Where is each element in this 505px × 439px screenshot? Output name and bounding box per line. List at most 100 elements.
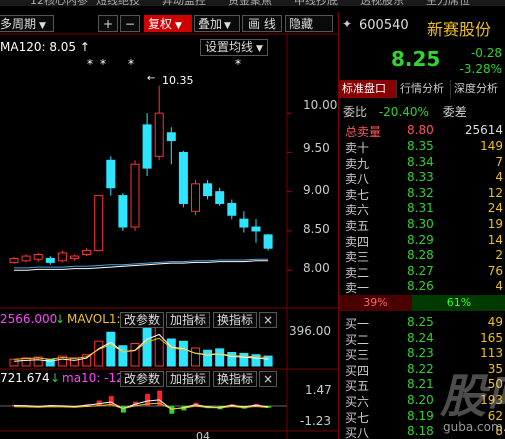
bid-label: 买一	[345, 317, 370, 331]
ask-row[interactable]: 卖五 8.30 19	[339, 217, 505, 233]
macd-bar	[120, 406, 126, 413]
candle-body	[118, 195, 128, 228]
swap-indicator-button[interactable]: 换指标	[213, 312, 258, 328]
last-price: 8.25	[391, 47, 441, 71]
marker-star: *	[128, 57, 134, 71]
y-tick: 10.00	[303, 98, 338, 112]
ask-row[interactable]: 卖一 8.26 4	[339, 279, 505, 295]
candle-body	[166, 132, 176, 142]
volume-bar	[106, 331, 116, 367]
bid-label: 买二	[345, 332, 370, 347]
candle-body	[82, 250, 92, 256]
ask-label: 卖九	[345, 156, 370, 171]
ask-label: 卖六	[345, 203, 370, 218]
ask-row[interactable]: 卖四 8.29 14	[339, 233, 505, 249]
ask-label: 卖七	[345, 187, 370, 202]
high-arrow-icon: ←	[147, 73, 156, 84]
ask-row[interactable]: 卖二 8.27 76	[339, 264, 505, 280]
volume-bar	[227, 352, 237, 367]
macd-indicator-bar: 721.674 ↓ ma10: -12 改参数 加指标 换指标 ×	[0, 371, 290, 387]
volume-bar	[142, 327, 152, 367]
marker-star: *	[100, 57, 106, 71]
add-indicator-button[interactable]: 加指标	[166, 312, 211, 328]
candle-body	[21, 255, 31, 262]
vol-value: 2566.000	[0, 312, 58, 326]
tab-standard-quote[interactable]: 标准盘口	[339, 80, 397, 98]
ask-row[interactable]: 卖八 8.33 4	[339, 170, 505, 186]
add-indicator-button[interactable]: 加指标	[166, 371, 211, 387]
price-change: -0.28	[470, 46, 502, 60]
ask-label: 卖八	[345, 172, 370, 187]
volume-bar	[215, 348, 225, 367]
bid-label: 买七	[345, 410, 370, 425]
ask-volume: 2	[495, 248, 503, 263]
bid-label: 买六	[345, 395, 370, 409]
ask-price: 8.32	[407, 185, 434, 200]
ask-price: 8.30	[407, 217, 434, 231]
y-tick: 9.50	[303, 141, 330, 155]
tab-market-analysis[interactable]: 行情分析	[397, 80, 451, 98]
edit-params-button[interactable]: 改参数	[120, 371, 165, 387]
candle-body	[154, 112, 164, 157]
vol-arrow: ↓	[55, 312, 66, 326]
ask-row[interactable]: 卖十 8.35 149	[339, 139, 505, 155]
volume-bar	[178, 340, 188, 367]
bid-label: 买八	[345, 426, 370, 439]
macd-arrow: ↓	[50, 371, 61, 385]
bid-price: 8.20	[407, 393, 434, 407]
ask-label: 卖五	[345, 219, 370, 233]
y-tick: 8.00	[303, 261, 330, 275]
ask-row[interactable]: 卖九 8.34 7	[339, 155, 505, 171]
volume-bar	[118, 345, 128, 367]
bid-label: 买三	[345, 348, 370, 363]
ask-label: 卖十	[345, 141, 370, 155]
ask-price: 8.31	[407, 201, 434, 216]
ask-volume: 4	[495, 170, 503, 185]
diff-label: 委差	[442, 105, 467, 119]
top-tab[interactable]: 透视股东	[360, 0, 404, 6]
sell-total-row: 总卖量 8.80 25614	[339, 123, 505, 139]
candle-body	[215, 191, 225, 204]
stock-code: 600540	[359, 18, 409, 33]
candle-body	[57, 252, 67, 262]
y-tick: 8.50	[303, 222, 330, 236]
marker-star: *	[235, 57, 241, 71]
bid-price: 8.18	[407, 424, 434, 439]
ask-label: 卖一	[345, 281, 370, 296]
volume-bar	[239, 352, 249, 367]
macd-name: ma10: -12	[62, 371, 124, 385]
sell-total-label: 总卖量	[345, 125, 382, 139]
bid-price: 8.22	[407, 361, 434, 376]
bid-row[interactable]: 买一 8.25 49	[339, 315, 505, 331]
ask-price: 8.35	[407, 139, 434, 153]
volume-indicator-bar: 2566.000 ↓ MAVOL1: 改参数 加指标 换指标 ×	[0, 312, 290, 328]
candle-body	[70, 255, 79, 259]
close-icon[interactable]: ×	[259, 371, 278, 387]
volume-bar	[130, 343, 140, 367]
watermark-logo: 股吧	[440, 369, 505, 423]
tab-depth-analysis[interactable]: 深度分析	[451, 80, 505, 98]
marker-star: *	[87, 57, 93, 71]
close-icon[interactable]: ×	[259, 312, 278, 328]
ask-row[interactable]: 卖三 8.28 2	[339, 248, 505, 264]
candle-body	[239, 218, 249, 228]
sell-total-price: 8.80	[407, 123, 434, 137]
ask-row[interactable]: 卖六 8.31 24	[339, 201, 505, 217]
ask-row[interactable]: 卖七 8.32 12	[339, 186, 505, 202]
bid-row[interactable]: 买二 8.24 165	[339, 331, 505, 347]
ask-volume: 76	[487, 263, 503, 278]
top-tab[interactable]: 主力席位	[426, 0, 470, 6]
candle-body	[33, 254, 43, 260]
candle-body	[106, 159, 116, 189]
order-ratio-row: 委比 -20.40% 委差	[343, 103, 505, 120]
buy-ratio: 61%	[412, 295, 505, 311]
ask-volume: 7	[495, 154, 503, 169]
swap-indicator-button[interactable]: 换指标	[213, 371, 258, 387]
edit-params-button[interactable]: 改参数	[120, 312, 165, 328]
star-icon[interactable]: ✦	[342, 17, 352, 31]
volume-bar	[9, 358, 19, 367]
ask-volume: 24	[487, 201, 503, 216]
sell-ratio: 39%	[339, 295, 412, 311]
bid-label: 买四	[345, 363, 370, 378]
bid-price: 8.23	[407, 346, 434, 361]
